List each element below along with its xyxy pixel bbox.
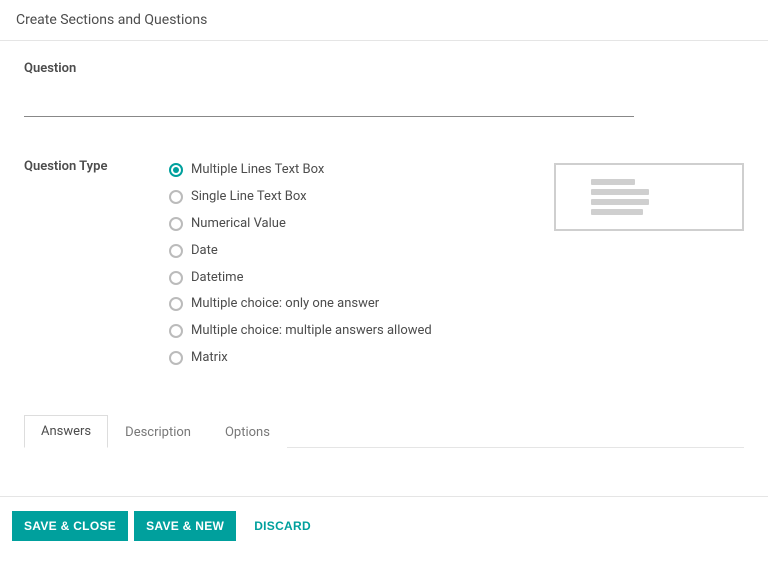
radio-icon [169, 297, 183, 311]
tab-options[interactable]: Options [208, 416, 287, 448]
radio-icon [169, 163, 183, 177]
save-new-button[interactable]: SAVE & NEW [134, 511, 236, 541]
radio-label: Multiple choice: only one answer [191, 296, 379, 313]
save-close-button[interactable]: SAVE & CLOSE [12, 511, 128, 541]
discard-button[interactable]: DISCARD [242, 511, 323, 541]
radio-icon [169, 324, 183, 338]
radio-icon [169, 244, 183, 258]
modal-footer: SAVE & CLOSE SAVE & NEW DISCARD [0, 496, 768, 555]
question-type-label: Question Type [24, 157, 169, 174]
radio-datetime[interactable]: Datetime [169, 265, 449, 292]
radio-label: Matrix [191, 350, 228, 367]
question-type-options: Multiple Lines Text Box Single Line Text… [169, 157, 449, 372]
question-type-row: Question Type Multiple Lines Text Box Si… [24, 157, 744, 372]
radio-label: Multiple choice: multiple answers allowe… [191, 323, 432, 340]
radio-numerical-value[interactable]: Numerical Value [169, 211, 449, 238]
question-type-preview [554, 163, 744, 231]
preview-line-icon [591, 189, 649, 195]
tab-description[interactable]: Description [108, 416, 208, 448]
radio-label: Multiple Lines Text Box [191, 162, 324, 179]
radio-icon [169, 351, 183, 365]
radio-icon [169, 271, 183, 285]
radio-label: Single Line Text Box [191, 189, 307, 206]
preview-line-icon [591, 179, 635, 185]
radio-label: Date [191, 243, 218, 260]
radio-multiple-lines-text-box[interactable]: Multiple Lines Text Box [169, 157, 449, 184]
radio-matrix[interactable]: Matrix [169, 345, 449, 372]
modal-title: Create Sections and Questions [0, 0, 768, 40]
radio-date[interactable]: Date [169, 238, 449, 265]
question-input[interactable] [24, 94, 634, 117]
radio-icon [169, 190, 183, 204]
radio-icon [169, 217, 183, 231]
preview-line-icon [591, 209, 643, 215]
modal-body: Question Question Type Multiple Lines Te… [0, 41, 768, 456]
preview-line-icon [591, 199, 649, 205]
tabs: Answers Description Options [24, 414, 744, 448]
tab-answers[interactable]: Answers [24, 415, 108, 448]
radio-label: Numerical Value [191, 216, 286, 233]
radio-label: Datetime [191, 270, 243, 287]
radio-multiple-choice-multiple[interactable]: Multiple choice: multiple answers allowe… [169, 318, 449, 345]
radio-multiple-choice-one[interactable]: Multiple choice: only one answer [169, 291, 449, 318]
question-label: Question [24, 61, 744, 76]
radio-single-line-text-box[interactable]: Single Line Text Box [169, 184, 449, 211]
